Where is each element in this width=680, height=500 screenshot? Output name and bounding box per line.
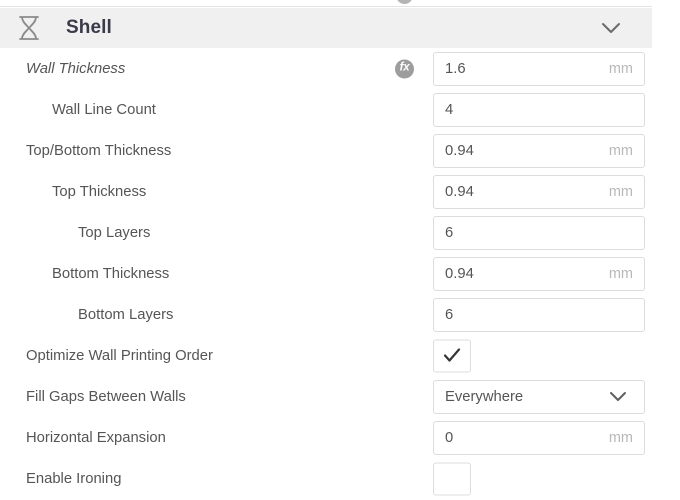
section-title: Shell [66,17,112,38]
bottom-thickness-input[interactable]: 0.94 mm [433,256,645,291]
setting-label: Bottom Thickness [52,265,170,282]
setting-label: Wall Line Count [52,101,156,118]
setting-row-optimize-wall-printing-order: Optimize Wall Printing Order [0,335,652,376]
setting-label: Optimize Wall Printing Order [26,347,213,364]
setting-control: 4 [433,92,645,127]
fill-gaps-between-walls-dropdown[interactable]: Everywhere [433,379,645,414]
chevron-down-icon[interactable] [609,391,627,403]
top-layers-input[interactable]: 6 [433,215,645,250]
setting-label: Top Thickness [52,183,147,200]
setting-control: 6 [433,215,645,250]
field-unit: mm [608,142,633,159]
settings-panel: Shell Wall Thickness fx 1.6 mm Wall Line… [0,0,680,500]
setting-row-enable-ironing: Enable Ironing [0,458,652,499]
setting-row-top-thickness: Top Thickness 0.94 mm [0,171,652,212]
check-icon [443,348,461,364]
clipped-row-badge-icon [396,0,413,4]
field-value: 0.94 [445,265,474,282]
setting-control: 0 mm [433,420,645,455]
formula-badge-icon[interactable]: fx [395,59,414,78]
optimize-wall-printing-order-checkbox[interactable] [433,339,471,372]
setting-row-top-layers: Top Layers 6 [0,212,652,253]
setting-row-fill-gaps-between-walls: Fill Gaps Between Walls Everywhere [0,376,652,417]
chevron-down-icon[interactable] [600,21,622,35]
enable-ironing-checkbox[interactable] [433,462,471,495]
header-top-divider [0,6,652,7]
setting-row-bottom-thickness: Bottom Thickness 0.94 mm [0,253,652,294]
field-value: 6 [445,224,454,241]
setting-label: Top/Bottom Thickness [26,142,172,159]
settings-rows: Wall Thickness fx 1.6 mm Wall Line Count… [0,48,652,499]
setting-row-top-bottom-thickness: Top/Bottom Thickness 0.94 mm [0,130,652,171]
setting-row-horizontal-expansion: Horizontal Expansion 0 mm [0,417,652,458]
field-unit: mm [608,429,633,446]
field-unit: mm [608,60,633,77]
field-unit: mm [608,265,633,282]
setting-control: 0.94 mm [433,256,645,291]
horizontal-expansion-input[interactable]: 0 mm [433,420,645,455]
setting-label: Horizontal Expansion [26,429,166,446]
setting-label: Wall Thickness [26,60,126,77]
top-thickness-input[interactable]: 0.94 mm [433,174,645,209]
setting-control [433,462,471,495]
setting-control: 0.94 mm [433,174,645,209]
shell-spool-icon [14,13,44,43]
field-value: 0.94 [445,183,474,200]
setting-control [433,339,471,372]
dropdown-selected-value: Everywhere [445,388,524,405]
vertical-scrollbar-track[interactable] [652,0,680,500]
section-header-shell[interactable]: Shell [0,8,652,48]
wall-line-count-input[interactable]: 4 [433,92,645,127]
setting-control: Everywhere [433,379,645,414]
setting-label: Top Layers [78,224,151,241]
setting-label: Enable Ironing [26,470,122,487]
bottom-layers-input[interactable]: 6 [433,297,645,332]
field-value: 6 [445,306,454,323]
setting-row-wall-thickness: Wall Thickness fx 1.6 mm [0,48,652,89]
setting-row-wall-line-count: Wall Line Count 4 [0,89,652,130]
wall-thickness-input[interactable]: 1.6 mm [433,51,645,86]
setting-row-bottom-layers: Bottom Layers 6 [0,294,652,335]
setting-control: 6 [433,297,645,332]
setting-control: 1.6 mm [433,51,645,86]
field-unit: mm [608,183,633,200]
top-bottom-thickness-input[interactable]: 0.94 mm [433,133,645,168]
setting-label: Fill Gaps Between Walls [26,388,186,405]
setting-label: Bottom Layers [78,306,174,323]
field-value: 1.6 [445,60,466,77]
setting-control: 0.94 mm [433,133,645,168]
field-value: 0 [445,429,454,446]
field-value: 4 [445,101,454,118]
field-value: 0.94 [445,142,474,159]
